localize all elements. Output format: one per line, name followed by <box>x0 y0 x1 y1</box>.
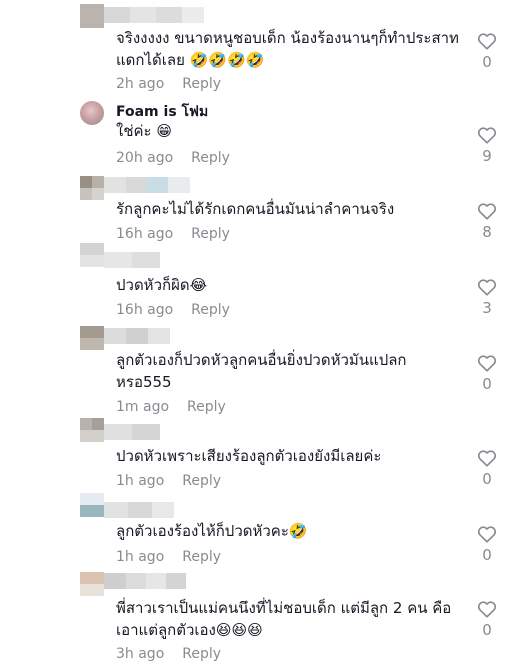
timestamp: 2h ago <box>116 76 165 92</box>
timestamp: 1h ago <box>116 473 165 489</box>
heart-outline-icon[interactable] <box>477 32 497 50</box>
reply-button[interactable]: Reply <box>191 150 230 166</box>
like-count: 9 <box>482 147 492 165</box>
comment-text: ปวดหัวก็ผิด😂 <box>116 276 208 294</box>
comment-meta: 1h ago Reply <box>116 549 221 565</box>
comment-text: ลูกตัวเองก็ปวดหัวลูกคนอื่นยิ่งปวดหัวมันแ… <box>116 351 407 391</box>
timestamp: 1h ago <box>116 549 165 565</box>
heart-outline-icon[interactable] <box>477 600 497 618</box>
comment-text: รักลูกคะไม่ได้รักเดกคนอื่นมันน่าลำคานจริ… <box>116 200 395 218</box>
comment-meta: 1h ago Reply <box>116 473 221 489</box>
avatar[interactable] <box>80 4 104 28</box>
reply-button[interactable]: Reply <box>182 473 221 489</box>
like-group: 0 <box>472 354 502 393</box>
reply-button[interactable]: Reply <box>191 302 230 318</box>
like-group: 9 <box>472 126 502 165</box>
comment-text: ลูกตัวเองร้องไห้ก็ปวดหัวคะ🤣 <box>116 522 308 540</box>
heart-outline-icon[interactable] <box>477 126 497 144</box>
username-blurred[interactable] <box>104 328 170 344</box>
like-group: 8 <box>472 202 502 241</box>
username-blurred[interactable] <box>104 573 186 589</box>
timestamp: 16h ago <box>116 302 174 318</box>
heart-outline-icon[interactable] <box>477 202 497 220</box>
username-blurred[interactable] <box>104 424 160 440</box>
username-blurred[interactable] <box>104 252 160 268</box>
avatar[interactable] <box>80 243 104 267</box>
heart-outline-icon[interactable] <box>477 354 497 372</box>
avatar[interactable] <box>80 101 104 125</box>
reply-button[interactable]: Reply <box>182 549 221 565</box>
reply-button[interactable]: Reply <box>187 399 226 415</box>
like-count: 0 <box>482 375 492 393</box>
like-count: 8 <box>482 223 492 241</box>
avatar[interactable] <box>80 493 104 517</box>
reply-button[interactable]: Reply <box>182 646 221 662</box>
like-count: 3 <box>482 299 492 317</box>
comment-meta: 16h ago Reply <box>116 226 230 242</box>
timestamp: 3h ago <box>116 646 165 662</box>
username-blurred[interactable] <box>104 502 174 518</box>
heart-outline-icon[interactable] <box>477 449 497 467</box>
like-count: 0 <box>482 621 492 639</box>
timestamp: 1m ago <box>116 399 170 415</box>
comment-meta: 3h ago Reply <box>116 646 221 662</box>
like-group: 0 <box>472 32 502 71</box>
comment-meta: 16h ago Reply <box>116 302 230 318</box>
avatar[interactable] <box>80 418 104 442</box>
comment-text: ปวดหัวเพราะเสียงร้องลูกตัวเองยังมีเลยค่ะ <box>116 447 382 465</box>
avatar[interactable] <box>80 572 104 596</box>
like-count: 0 <box>482 470 492 488</box>
reply-button[interactable]: Reply <box>191 226 230 242</box>
heart-outline-icon[interactable] <box>477 278 497 296</box>
like-group: 3 <box>472 278 502 317</box>
comment-text: ใช่ค่ะ 😁 <box>116 122 173 140</box>
like-count: 0 <box>482 546 492 564</box>
comment-meta: 2h ago Reply <box>116 76 221 92</box>
like-group: 0 <box>472 600 502 639</box>
comment-text: จริงงงงง ขนาดหนูชอบเด็ก น้องร้องนานๆก็ทำ… <box>116 29 459 69</box>
reply-button[interactable]: Reply <box>182 76 221 92</box>
comment-text: พี่สาวเราเป็นแม่คนนึงที่ไม่ชอบเด็ก แต่มี… <box>116 599 452 639</box>
like-group: 0 <box>472 449 502 488</box>
like-group: 0 <box>472 525 502 564</box>
timestamp: 20h ago <box>116 150 174 166</box>
heart-outline-icon[interactable] <box>477 525 497 543</box>
comment-meta: 1m ago Reply <box>116 399 226 415</box>
avatar[interactable] <box>80 326 104 350</box>
comment-meta: 20h ago Reply <box>116 150 230 166</box>
username-blurred[interactable] <box>104 7 204 23</box>
timestamp: 16h ago <box>116 226 174 242</box>
like-count: 0 <box>482 53 492 71</box>
username-blurred[interactable] <box>104 177 190 193</box>
avatar[interactable] <box>80 176 104 200</box>
